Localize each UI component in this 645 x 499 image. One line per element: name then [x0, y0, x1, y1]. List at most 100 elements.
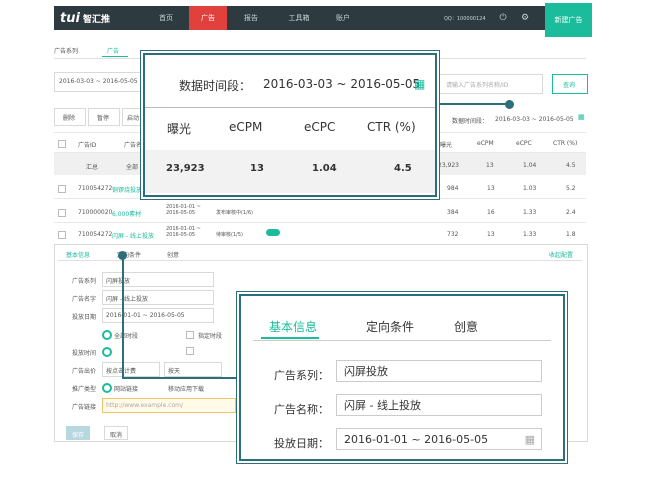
save-label: 保存 — [72, 432, 85, 439]
label-ad-series: 广告系列： — [274, 369, 329, 382]
tab-ads[interactable]: 广告 — [107, 46, 119, 55]
row-impressions: 384 — [447, 209, 459, 216]
collapse-link[interactable]: 收起配置 — [549, 250, 573, 259]
metrics-header: 数据时间段： 2016-03-03 ~ 2016-05-05 ▦ — [145, 55, 435, 108]
series-field[interactable]: 闪屏投放 — [102, 272, 214, 287]
specific-time-checkbox[interactable] — [186, 331, 194, 339]
row-ecpm: 16 — [487, 209, 495, 216]
new-ad-button[interactable]: 新建广告 — [545, 3, 592, 37]
data-period-value: 2016-03-03 ~ 2016-05-05 — [263, 77, 421, 91]
date-field[interactable]: 2016-01-01 ~ 2016-05-05 — [102, 308, 214, 323]
delivery-date-field[interactable]: 2016-01-01 ~ 2016-05-05 ▦ — [336, 428, 542, 450]
row-ad-name[interactable]: 闪屏 - 线上投放 — [112, 231, 154, 240]
delete-button[interactable]: 删除 — [54, 108, 86, 126]
app-download-label[interactable]: 移动应用下载 — [168, 384, 204, 393]
summary-impressions: 23,923 — [438, 162, 459, 169]
label-ad-name: 广告名称： — [274, 403, 329, 416]
search-button[interactable]: 查询 — [552, 74, 588, 94]
row-checkbox[interactable] — [58, 209, 66, 217]
row-ecpc: 1.33 — [523, 231, 537, 238]
nav-toolbox[interactable]: 工具箱 — [278, 6, 320, 30]
power-icon[interactable]: ⏻ — [498, 13, 508, 23]
label-date: 投放日期 — [71, 314, 96, 321]
time-radio[interactable] — [102, 347, 112, 357]
calendar-icon[interactable]: ▦ — [525, 433, 535, 446]
callout-dot — [118, 251, 127, 260]
row-ecpm: 13 — [487, 231, 495, 238]
summary-ecpc: 1.04 — [523, 162, 537, 169]
start-label: 启动 — [127, 115, 140, 122]
tab-basic-info[interactable]: 基本信息 — [269, 318, 317, 335]
status-toggle[interactable] — [266, 229, 280, 236]
search-input[interactable]: 请输入广告系列名称/ID — [433, 74, 543, 94]
pause-button[interactable]: 暂停 — [88, 108, 120, 126]
calendar-icon[interactable]: ▦ — [414, 77, 425, 91]
row-checkbox[interactable] — [58, 185, 66, 193]
website-radio[interactable] — [102, 383, 112, 393]
summary-label: 汇总 — [86, 164, 99, 171]
callout-line — [122, 256, 124, 379]
label-name: 广告名字 — [71, 296, 96, 303]
nav-reports[interactable]: 报告 — [232, 6, 270, 30]
settings-icon[interactable]: ⚙ — [520, 13, 530, 23]
row-ecpc: 1.33 — [523, 209, 537, 216]
row-status: 待审核(1/5) — [216, 232, 243, 238]
data-period-label: 数据时间段： — [179, 79, 252, 93]
period-value-small: 2016-03-03 ~ 2016-05-05 — [495, 116, 574, 123]
row-dates: 2016-01-01 ~ 2016-05-05 — [166, 226, 201, 238]
cancel-button[interactable]: 取消 — [104, 426, 128, 440]
name-field[interactable]: 闪屏 - 线上投放 — [102, 290, 214, 305]
row-checkbox[interactable] — [58, 231, 66, 239]
panel-tab-creative[interactable]: 创意 — [167, 250, 179, 259]
search-placeholder: 请输入广告系列名称/ID — [446, 82, 509, 89]
nav-account[interactable]: 账户 — [324, 6, 362, 30]
billing-select[interactable]: 按点击计费 — [102, 362, 160, 377]
ad-name-field[interactable]: 闪屏 - 线上投放 — [336, 394, 542, 416]
specific-time-label: 指定时段 — [198, 333, 223, 340]
top-navigation-bar: tui 智汇推 首页 广告 报告 工具箱 账户 QQ：100000124 ⏻ ⚙ — [54, 6, 586, 30]
link-placeholder: http://www.example.com/ — [106, 402, 184, 409]
select-all-checkbox[interactable] — [58, 140, 66, 148]
tab-ad-series[interactable]: 广告系列 — [54, 46, 78, 55]
row-impressions: 984 — [447, 185, 459, 192]
nav-home[interactable]: 首页 — [147, 6, 185, 30]
qq-number: QQ：100000124 — [444, 15, 486, 22]
period-select[interactable]: 按天 — [164, 362, 222, 377]
period-select-value: 按天 — [168, 368, 181, 375]
nav-ads[interactable]: 广告 — [189, 6, 227, 30]
summary-ecpm: 13 — [486, 162, 494, 169]
date-range-picker[interactable]: 2016-03-03 ~ 2016-05-05 — [54, 72, 146, 92]
row-ad-name[interactable]: 6,000素材 — [112, 209, 141, 218]
col-ctr: CTR (%) — [553, 140, 578, 147]
all-time-label: 全部时段 — [114, 333, 139, 340]
calendar-icon[interactable]: ▦ — [578, 113, 585, 121]
ecpm-value: 13 — [250, 163, 264, 174]
logo-chinese: 智汇推 — [82, 14, 110, 25]
panel-tab-basic[interactable]: 基本信息 — [66, 250, 90, 259]
ad-series-field[interactable]: 闪屏投放 — [336, 360, 542, 382]
row-ecpm: 13 — [487, 185, 495, 192]
start-button[interactable]: 启动 — [122, 108, 144, 126]
save-button[interactable]: 保存 — [66, 426, 90, 440]
divider — [54, 198, 586, 199]
col-ecpm-zoom: eCPM — [229, 120, 263, 134]
row-impressions: 732 — [447, 231, 459, 238]
app-logo[interactable]: tui 智汇推 — [60, 6, 110, 30]
callout-dot — [505, 100, 514, 109]
col-impressions-zoom: 曝光 — [167, 122, 192, 136]
search-button-label: 查询 — [563, 82, 576, 89]
tab-targeting[interactable]: 定向条件 — [366, 318, 414, 335]
date-field-value: 2016-01-01 ~ 2016-05-05 — [106, 312, 185, 319]
row-ad-id: 710054272 — [78, 231, 113, 238]
row-ctr: 5.2 — [566, 185, 576, 192]
time-checkbox[interactable] — [186, 347, 194, 355]
tab-creative[interactable]: 创意 — [454, 318, 478, 335]
logo-latin: tui — [60, 10, 80, 26]
link-input[interactable]: http://www.example.com/ — [102, 398, 236, 413]
divider — [54, 222, 586, 223]
row-status: 发布审核中(1/6) — [216, 210, 253, 216]
row-ad-id: 710054272 — [78, 185, 113, 192]
divider — [58, 260, 582, 261]
period-label-small: 数据时间段： — [452, 118, 489, 125]
all-time-radio[interactable] — [102, 330, 112, 340]
